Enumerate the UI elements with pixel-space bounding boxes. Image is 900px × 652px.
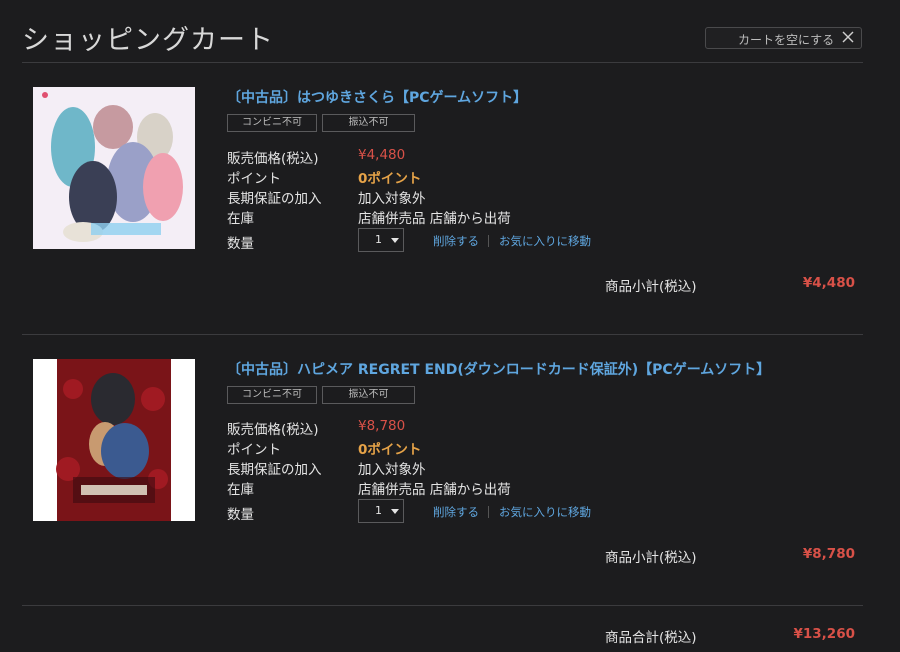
quantity-value: 1 (375, 233, 382, 246)
warranty-label: 長期保証の加入 (227, 462, 322, 478)
move-to-favorites-link[interactable]: お気に入りに移動 (499, 233, 591, 249)
item-divider (22, 334, 863, 335)
warranty-label: 長期保証の加入 (227, 191, 322, 207)
quantity-label: 数量 (227, 236, 254, 252)
payment-restriction-badge: コンビニ不可 (227, 114, 317, 132)
payment-restriction-badge: コンビニ不可 (227, 386, 317, 404)
subtotal-value: ¥8,780 (802, 546, 855, 562)
stock-value: 店舗併売品 店舗から出荷 (358, 211, 511, 227)
clear-cart-label: カートを空にする (738, 33, 835, 47)
delete-link[interactable]: 削除する (433, 504, 479, 520)
stock-label: 在庫 (227, 211, 254, 227)
quantity-value: 1 (375, 504, 382, 517)
page-title: ショッピングカート (22, 25, 274, 56)
item-divider (22, 605, 863, 606)
clear-cart-button[interactable]: カートを空にする (705, 27, 862, 49)
warranty-value: 加入対象外 (358, 191, 426, 207)
product-image[interactable] (33, 87, 195, 249)
stock-value: 店舗併売品 店舗から出荷 (358, 482, 511, 498)
stock-label: 在庫 (227, 482, 254, 498)
link-separator (488, 235, 489, 247)
price-value: ¥4,480 (358, 147, 406, 163)
product-image[interactable] (33, 359, 195, 521)
point-label: ポイント (227, 171, 281, 187)
warranty-value: 加入対象外 (358, 462, 426, 478)
price-value: ¥8,780 (358, 418, 406, 434)
header-divider (22, 62, 863, 63)
chevron-down-icon (391, 509, 399, 514)
move-to-favorites-link[interactable]: お気に入りに移動 (499, 504, 591, 520)
delete-link[interactable]: 削除する (433, 233, 479, 249)
total-value: ¥13,260 (793, 626, 856, 642)
chevron-down-icon (391, 238, 399, 243)
payment-restriction-badge: 振込不可 (322, 114, 415, 132)
subtotal-value: ¥4,480 (802, 275, 855, 291)
link-separator (488, 506, 489, 518)
payment-restriction-badge: 振込不可 (322, 386, 415, 404)
subtotal-label: 商品小計(税込) (605, 279, 697, 295)
product-name-link[interactable]: 〔中古品〕はつゆきさくら【PCゲームソフト】 (227, 87, 527, 107)
point-value: 0ポイント (358, 171, 422, 187)
product-name-link[interactable]: 〔中古品〕ハピメア REGRET END(ダウンロードカード保証外)【PCゲーム… (227, 359, 770, 379)
subtotal-label: 商品小計(税込) (605, 550, 697, 566)
price-label: 販売価格(税込) (227, 151, 319, 167)
point-value: 0ポイント (358, 442, 422, 458)
price-label: 販売価格(税込) (227, 422, 319, 438)
quantity-select[interactable]: 1 (358, 499, 404, 523)
quantity-select[interactable]: 1 (358, 228, 404, 252)
quantity-label: 数量 (227, 507, 254, 523)
total-label: 商品合計(税込) (605, 630, 697, 646)
point-label: ポイント (227, 442, 281, 458)
close-icon (842, 31, 854, 43)
